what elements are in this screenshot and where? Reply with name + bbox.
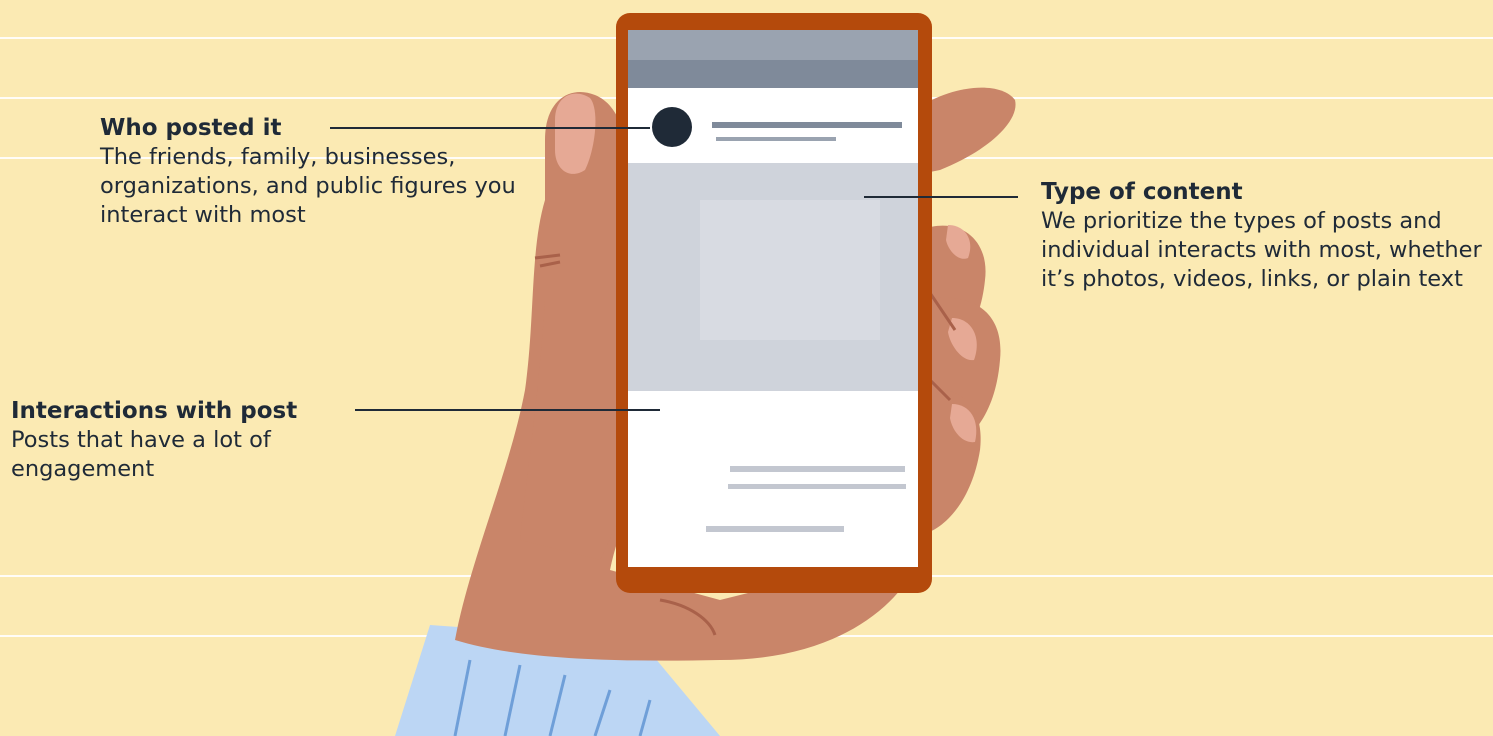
callout-title: Who posted it: [100, 115, 282, 141]
callout-who-posted: Who posted it The friends, family, busin…: [100, 114, 540, 230]
post-text-line: [728, 484, 906, 489]
callout-interactions: Interactions with post Posts that have a…: [11, 397, 371, 484]
post-text-line: [730, 466, 905, 472]
hand-holding-phone-illustration: [330, 13, 1018, 736]
avatar: [652, 107, 692, 147]
post-name-line: [712, 122, 902, 128]
callout-body: Posts that have a lot of engagement: [11, 427, 271, 482]
callout-body: The friends, family, businesses, organiz…: [100, 144, 516, 228]
callout-type-of-content: Type of content We prioritize the types …: [1041, 178, 1491, 294]
post-text-line: [706, 526, 844, 532]
post-meta-line: [716, 137, 836, 141]
callout-body: We prioritize the types of posts and ind…: [1041, 208, 1482, 292]
callout-title: Interactions with post: [11, 398, 298, 424]
illustration: Who posted it The friends, family, busin…: [0, 0, 1493, 736]
callout-title: Type of content: [1041, 179, 1243, 205]
